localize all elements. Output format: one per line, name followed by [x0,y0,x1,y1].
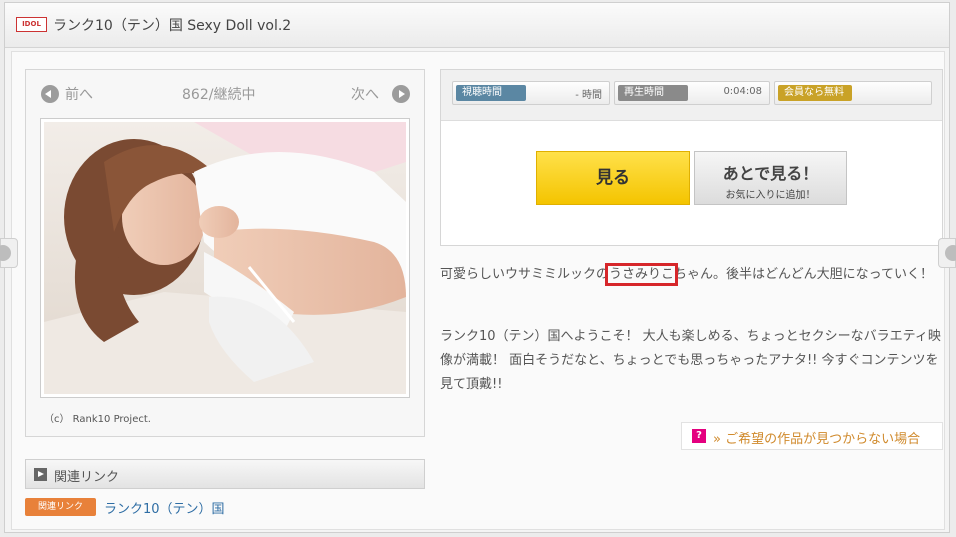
thumbnail-image[interactable] [40,118,410,398]
description-text: 可愛らしいウサミミルックの [440,267,610,282]
play-time-stat: 再生時間 0:04:08 [614,81,770,105]
watch-later-label: あとで見る！ [722,164,819,183]
page-title: ランク10（テン）国 Sexy Doll vol.2 [53,18,292,34]
main-content: 前へ 862/継続中 次へ （c） Rank10 Project. 関連リンク … [11,51,945,530]
not-found-text: » ご希望の作品が見つからない場合 [713,432,921,447]
copyright-text: （c） Rank10 Project. [44,414,151,425]
question-icon: ? [692,429,706,443]
related-link[interactable]: ランク10（テン）国 [104,498,225,517]
play-time-value: 0:04:08 [723,86,762,97]
idol-badge: IDOL [16,17,47,32]
view-time-value: - 時間 [575,90,602,101]
side-prev-arrow[interactable] [0,238,18,268]
play-time-label: 再生時間 [618,85,688,101]
side-next-arrow[interactable] [938,238,956,268]
chevron-right-icon [945,245,956,261]
description-paragraph-2: ランク10（テン）国へようこそ！ 大人も楽しめる、ちょっとセクシーなバラエティ映… [440,329,941,392]
view-time-label: 視聴時間 [456,85,526,101]
related-tag-badge: 関連リンク [25,498,96,516]
player-panel: 視聴時間 - 時間 再生時間 0:04:08 会員なら無料 見る あとで見る！ … [440,69,943,246]
highlighted-name: うさみりこ [605,263,679,286]
not-found-link[interactable]: ? » ご希望の作品が見つからない場合 [681,422,943,450]
next-link[interactable]: 次へ [351,84,379,104]
related-links-title: 関連リンク [54,470,120,485]
watch-button[interactable]: 見る [536,151,690,205]
page-frame: IDOL ランク10（テン）国 Sexy Doll vol.2 前へ 862/継… [4,2,950,533]
prev-link[interactable]: 前へ [65,84,93,104]
next-arrow-icon[interactable] [392,85,410,103]
view-time-stat: 視聴時間 - 時間 [452,81,610,105]
title-bar: IDOL ランク10（テン）国 Sexy Doll vol.2 [5,3,949,48]
photo-illustration [44,122,406,394]
add-to-favorites-label: お気に入りに追加！ [725,190,816,201]
play-square-icon [34,468,47,481]
member-free-stat: 会員なら無料 [774,81,932,105]
stats-bar: 視聴時間 - 時間 再生時間 0:04:08 会員なら無料 [441,70,942,121]
chevron-left-icon [0,245,11,261]
thumbnail-panel: 前へ 862/継続中 次へ （c） Rank10 Project. [25,69,425,437]
watch-later-button[interactable]: あとで見る！ お気に入りに追加！ [694,151,847,205]
prev-arrow-icon[interactable] [41,85,59,103]
episode-counter: 862/継続中 [182,87,256,103]
description-paragraph-1: 可愛らしいウサミミルックのうさみりこちゃん。後半はどんどん大胆になっていく！ [440,263,945,287]
description-text-after: ちゃん。後半はどんどん大胆になっていく！ [674,267,933,282]
photo-svg [44,122,406,394]
related-links-header: 関連リンク [25,459,425,489]
member-free-label: 会員なら無料 [778,85,852,101]
